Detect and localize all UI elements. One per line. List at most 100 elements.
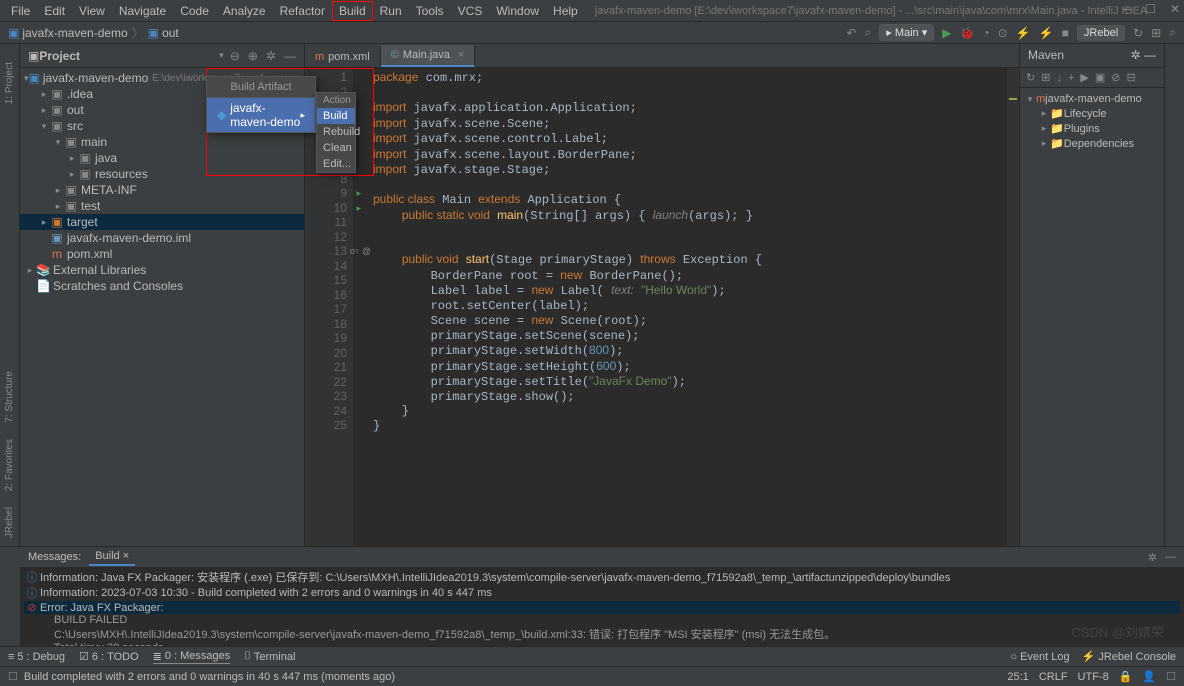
menu-run[interactable]: Run [373, 1, 409, 21]
profile-icon[interactable]: ⊙ [998, 26, 1008, 40]
caret-position[interactable]: 25:1 [1007, 671, 1028, 683]
jrebel-debug-icon[interactable]: ⚡ [1039, 26, 1054, 40]
layout-icon[interactable]: ⊞ [1151, 26, 1161, 40]
tab-pom[interactable]: m pom.xml [305, 47, 381, 67]
maven-lifecycle[interactable]: ▸📁Lifecycle [1024, 106, 1160, 121]
memory-icon[interactable]: ☐ [1166, 670, 1176, 683]
tree-root-label[interactable]: javafx-maven-demo [43, 71, 148, 85]
gutter-project[interactable]: 1: Project [4, 62, 15, 104]
menu-window[interactable]: Window [489, 1, 546, 21]
line-separator[interactable]: CRLF [1039, 671, 1068, 683]
menu-analyze[interactable]: Analyze [216, 1, 273, 21]
tree-arrow-icon[interactable]: ▸ [38, 105, 50, 116]
tree-arrow-icon[interactable]: ▾ [38, 121, 50, 132]
message-line[interactable]: ⊘Error: Java FX Packager: [24, 601, 1180, 614]
tool-messages[interactable]: ≣ 0: Messages [153, 650, 231, 664]
menu-tools[interactable]: Tools [409, 1, 451, 21]
jrebel-badge[interactable]: JRebel [1077, 25, 1125, 41]
gutter-favorites[interactable]: 2: Favorites [4, 439, 15, 491]
error-stripe[interactable] [1007, 68, 1019, 546]
action-edit[interactable]: Edit... [317, 156, 355, 172]
maximize-icon[interactable]: ☐ [1145, 2, 1156, 16]
coverage-icon[interactable]: ◔ [982, 26, 989, 40]
menu-vcs[interactable]: VCS [451, 1, 490, 21]
close-icon[interactable]: ✕ [1170, 2, 1180, 16]
tool-todo[interactable]: ☑ 6: TODO [79, 650, 139, 663]
run-config-selector[interactable]: ▸ Main ▾ [879, 24, 934, 41]
menu-file[interactable]: File [4, 1, 37, 21]
hide-icon[interactable]: — [284, 49, 296, 63]
breadcrumb-project[interactable]: javafx-maven-demo [22, 26, 127, 40]
message-line[interactable]: C:\Users\MXH\.IntelliJIdea2019.3\system\… [24, 626, 1180, 642]
execute-icon[interactable]: ▣ [1095, 71, 1105, 84]
menu-build[interactable]: Build [332, 1, 373, 21]
scratches[interactable]: Scratches and Consoles [53, 279, 183, 293]
tool-terminal[interactable]: ⌷ Terminal [244, 650, 295, 663]
maven-settings-icon[interactable]: ✲ — [1131, 48, 1156, 63]
update-icon[interactable]: ↻ [1133, 26, 1143, 40]
tree-arrow-icon[interactable]: ▾ [52, 137, 64, 148]
msg-hide-icon[interactable]: — [1165, 551, 1176, 564]
external-libraries[interactable]: External Libraries [53, 263, 146, 277]
debug-icon[interactable]: 🐞 [959, 26, 974, 40]
collapse-icon[interactable]: ⊖ [230, 49, 240, 63]
tree-item[interactable]: mpom.xml [20, 246, 304, 262]
jrebel-run-icon[interactable]: ⚡ [1016, 26, 1031, 40]
reimport-icon[interactable]: ↻ [1026, 71, 1035, 84]
code-editor[interactable]: package com.mrx; import javafx.applicati… [353, 68, 1007, 546]
tree-arrow-icon[interactable]: ▸ [38, 217, 50, 228]
maven-root[interactable]: ▾ m javafx-maven-demo [1024, 92, 1160, 106]
tree-item[interactable]: ▸▣META-INF [20, 182, 304, 198]
tree-item[interactable]: ▸▣target [20, 214, 304, 230]
warning-mark[interactable] [1009, 98, 1017, 100]
tree-arrow-icon[interactable]: ▸ [52, 201, 64, 212]
back-icon[interactable]: ↶ [846, 26, 856, 40]
status-indicator-icon[interactable]: ☐ [8, 670, 18, 683]
tree-arrow-icon[interactable]: ▸ [38, 89, 50, 100]
message-line[interactable]: BUILD FAILED [24, 614, 1180, 626]
maven-plugins[interactable]: ▸📁Plugins [1024, 121, 1160, 136]
tree-item[interactable]: ▸▣test [20, 198, 304, 214]
message-line[interactable]: ⓘInformation: Java FX Packager: 安装程序 (.e… [24, 569, 1180, 585]
gutter-jrebel[interactable]: JRebel [4, 507, 15, 538]
magnifier-icon[interactable]: ⌕ [1169, 25, 1176, 40]
lock-icon[interactable]: 🔒 [1119, 670, 1133, 683]
add-icon[interactable]: + [1068, 72, 1074, 84]
settings-icon[interactable]: ✲ [266, 49, 276, 63]
message-line[interactable]: Total time: 38 seconds [24, 642, 1180, 646]
maven-dependencies[interactable]: ▸📁Dependencies [1024, 136, 1160, 151]
messages-content[interactable]: ⓘInformation: Java FX Packager: 安装程序 (.e… [20, 567, 1184, 646]
tree-arrow-icon[interactable]: ▸ [52, 185, 64, 196]
toggle-icon[interactable]: ⊘ [1111, 71, 1120, 84]
tree-item[interactable]: ▣javafx-maven-demo.iml [20, 230, 304, 246]
action-rebuild[interactable]: Rebuild [317, 124, 355, 140]
search-icon[interactable]: ⌕ [865, 25, 872, 40]
message-line[interactable]: ⓘInformation: 2023-07-03 10:30 - Build c… [24, 585, 1180, 601]
tree-arrow-icon[interactable]: ▸ [66, 169, 78, 180]
menu-help[interactable]: Help [546, 1, 585, 21]
tree-arrow-icon[interactable]: ▸ [66, 153, 78, 164]
gutter-structure[interactable]: 7: Structure [4, 371, 15, 423]
collapse-all-icon[interactable]: ⊟ [1126, 71, 1135, 84]
menu-code[interactable]: Code [173, 1, 216, 21]
download-icon[interactable]: ↓ [1056, 72, 1062, 84]
inspect-icon[interactable]: 👤 [1142, 670, 1156, 683]
action-build[interactable]: Build [317, 108, 355, 124]
tool-debug[interactable]: ≡ 5: Debug [8, 651, 65, 663]
menu-edit[interactable]: Edit [37, 1, 72, 21]
tree-item[interactable]: ▸▣java [20, 150, 304, 166]
minimize-icon[interactable]: ─ [1123, 2, 1132, 16]
artifact-item[interactable]: ◆ javafx-maven-demo ▸ [207, 98, 315, 132]
tab-close-icon[interactable]: × [458, 49, 464, 61]
build-tab[interactable]: Build × [89, 548, 135, 566]
project-dropdown-icon[interactable]: ▾ [219, 50, 224, 61]
run-icon[interactable]: ▶ [942, 26, 951, 40]
tree-item[interactable]: ▾▣main [20, 134, 304, 150]
menu-navigate[interactable]: Navigate [112, 1, 173, 21]
jrebel-console[interactable]: ⚡ JRebel Console [1082, 650, 1176, 663]
breadcrumb-folder[interactable]: out [162, 26, 179, 40]
locate-icon[interactable]: ⊕ [248, 49, 258, 63]
msg-settings-icon[interactable]: ✲ [1148, 551, 1157, 564]
stop-icon[interactable]: ■ [1062, 26, 1069, 40]
event-log[interactable]: ○ Event Log [1010, 650, 1069, 663]
